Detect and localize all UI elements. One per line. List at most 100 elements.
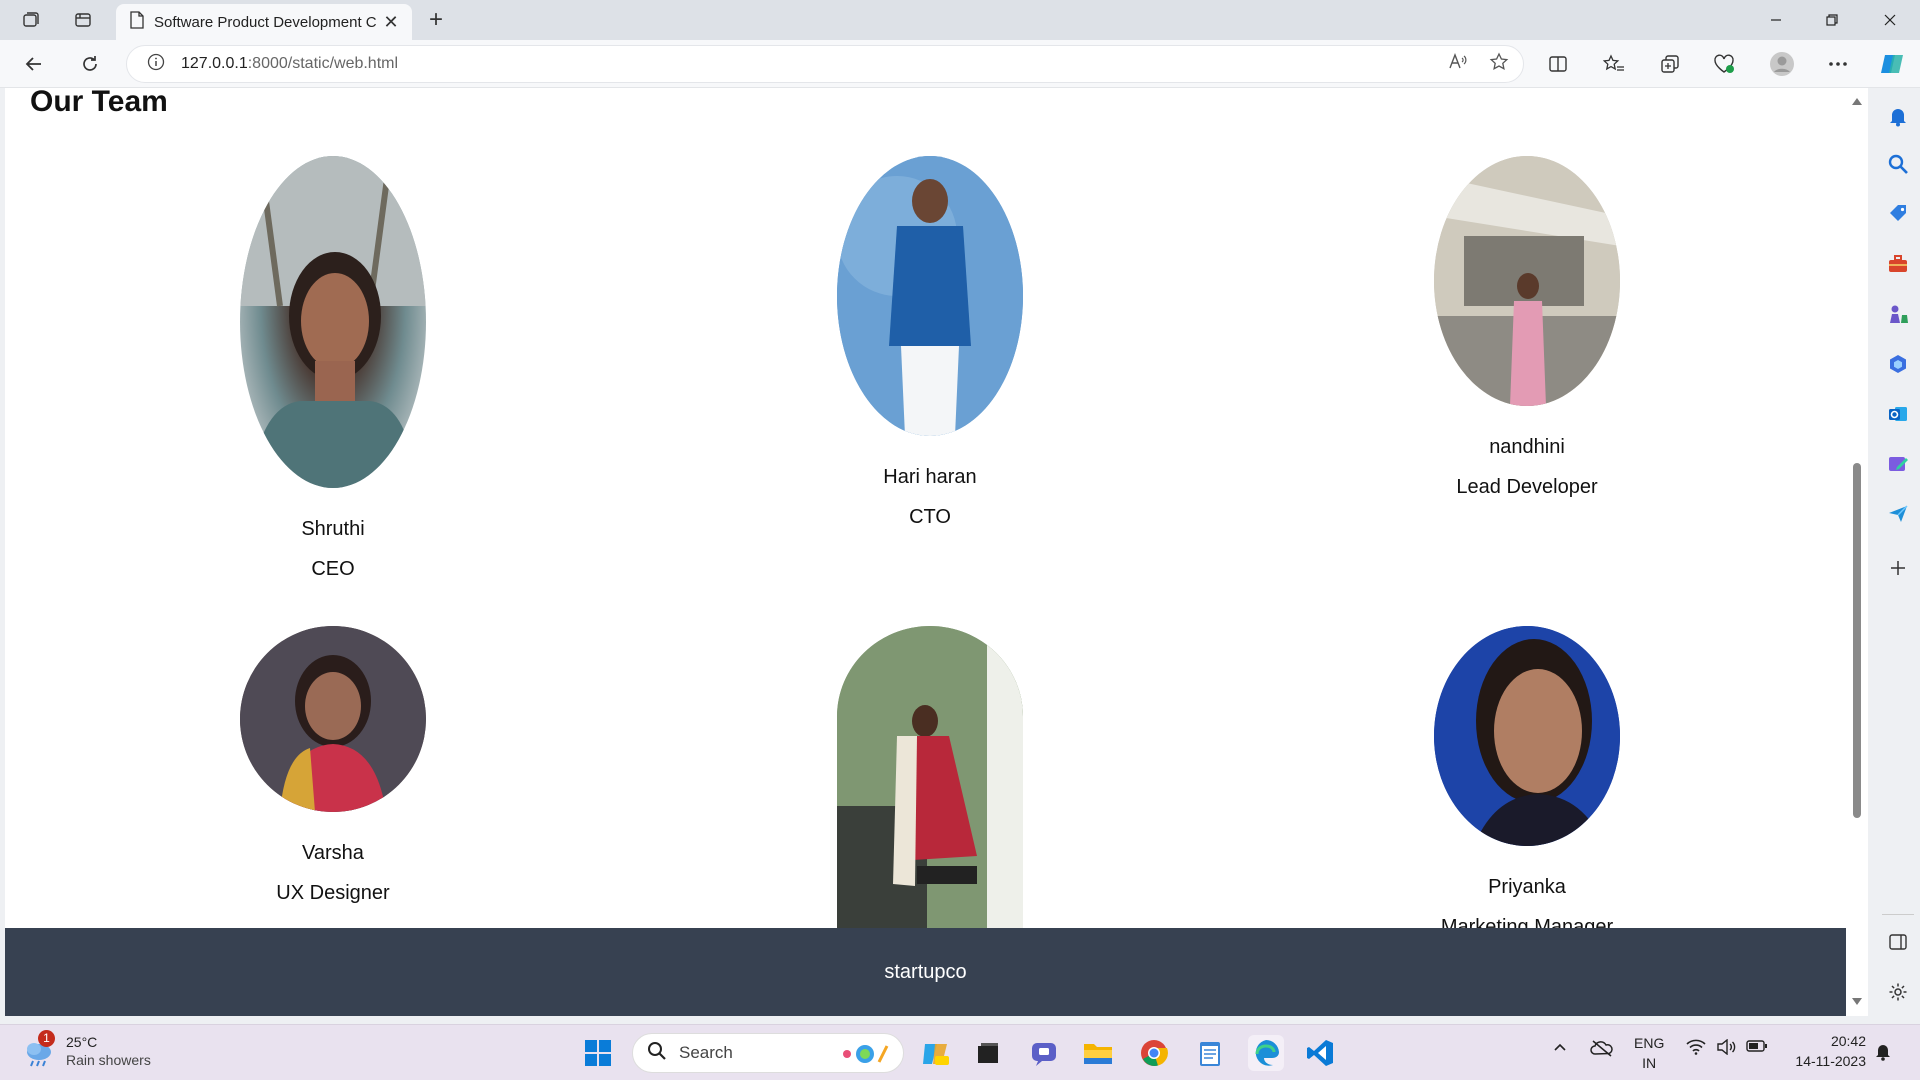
edge-sidebar xyxy=(1876,88,1920,1016)
refresh-button[interactable] xyxy=(72,48,108,80)
search-icon[interactable] xyxy=(1884,150,1912,178)
team-member-card: Hari haran CTO xyxy=(790,156,1070,529)
workspaces-icon[interactable] xyxy=(14,6,48,34)
add-icon[interactable] xyxy=(1884,554,1912,582)
member-photo xyxy=(240,156,426,488)
collections-icon[interactable] xyxy=(1652,48,1688,80)
member-name: nandhini xyxy=(1489,436,1565,458)
scroll-down-arrow-icon[interactable] xyxy=(1852,998,1862,1005)
region-code: IN xyxy=(1642,1055,1657,1071)
close-tab-button[interactable]: ✕ xyxy=(380,12,402,33)
scrollbar-thumb[interactable] xyxy=(1853,463,1861,818)
restore-button[interactable] xyxy=(1804,0,1860,40)
member-role: CTO xyxy=(909,506,951,528)
member-photo xyxy=(1434,156,1620,406)
outlook-icon[interactable] xyxy=(1884,400,1912,428)
scroll-up-arrow-icon[interactable] xyxy=(1852,98,1862,105)
notifications-bell-icon[interactable] xyxy=(1884,102,1912,130)
favorites-icon[interactable] xyxy=(1596,48,1632,80)
browser-essentials-icon[interactable] xyxy=(1706,48,1742,80)
member-name: Varsha xyxy=(302,842,364,864)
clock-date: 14-11-2023 xyxy=(1795,1053,1866,1069)
tab-title: Software Product Development C xyxy=(154,13,377,31)
notepad-icon[interactable] xyxy=(1192,1035,1228,1071)
new-tab-button[interactable]: + xyxy=(420,6,452,34)
site-footer: startupco xyxy=(5,928,1846,1016)
member-role: UX Designer xyxy=(276,882,390,904)
address-bar[interactable]: 127.0.0.1:8000/static/web.html xyxy=(126,45,1524,83)
address-path: :8000/static/web.html xyxy=(247,55,399,72)
task-view-icon[interactable] xyxy=(970,1035,1006,1071)
team-member-card: Shruthi CEO xyxy=(193,156,473,581)
wifi-icon[interactable] xyxy=(1686,1039,1706,1058)
browser-titlebar: Software Product Development C ✕ + xyxy=(0,0,1920,40)
favorite-star-icon[interactable] xyxy=(1489,52,1509,77)
search-label: Search xyxy=(679,1043,733,1062)
windows-start-icon[interactable] xyxy=(580,1035,616,1071)
copilot-icon[interactable] xyxy=(1874,48,1910,80)
page-viewport: Our Team Shruthi CEO Hari haran CTO nand… xyxy=(5,88,1846,1016)
teams-chat-icon[interactable] xyxy=(1026,1035,1062,1071)
footer-brand: startupco xyxy=(884,960,967,983)
games-chess-icon[interactable] xyxy=(1884,300,1912,328)
profile-avatar-icon[interactable] xyxy=(1764,48,1800,80)
member-photo xyxy=(240,626,426,812)
tools-briefcase-icon[interactable] xyxy=(1884,250,1912,278)
page-icon xyxy=(130,10,144,34)
page-scrollbar[interactable] xyxy=(1846,88,1868,1016)
copilot-app-icon[interactable] xyxy=(918,1035,954,1071)
minimize-button[interactable] xyxy=(1748,0,1804,40)
clock-time: 20:42 xyxy=(1830,1033,1866,1049)
file-explorer-icon[interactable] xyxy=(1080,1035,1116,1071)
volume-icon[interactable] xyxy=(1716,1038,1736,1058)
member-name: Priyanka xyxy=(1488,876,1566,898)
member-role: CEO xyxy=(311,558,355,580)
back-button[interactable] xyxy=(16,48,52,80)
windows-taskbar: 1 25°C Rain showers Search ENG IN 20:42 … xyxy=(0,1024,1920,1080)
site-info-icon[interactable] xyxy=(147,53,165,76)
tab-actions-icon[interactable] xyxy=(66,6,100,34)
weather-temp: 25°C xyxy=(66,1034,98,1050)
settings-gear-icon[interactable] xyxy=(1884,978,1912,1006)
designer-icon[interactable] xyxy=(1884,450,1912,478)
show-hidden-icons-chevron-icon[interactable] xyxy=(1552,1039,1568,1058)
more-options-icon[interactable] xyxy=(1820,48,1856,80)
onedrive-offline-icon[interactable] xyxy=(1590,1039,1614,1060)
team-member-card: Varsha UX Designer xyxy=(193,626,473,905)
notification-bell-icon[interactable] xyxy=(1874,1041,1892,1064)
address-host: 127.0.0.1 xyxy=(181,55,248,72)
battery-icon[interactable] xyxy=(1746,1039,1768,1056)
page-title: Our Team xyxy=(30,88,168,118)
weather-widget[interactable]: 1 25°C Rain showers xyxy=(22,1030,151,1069)
rain-cloud-icon: 1 xyxy=(22,1030,56,1068)
member-photo xyxy=(837,156,1023,436)
weather-badge: 1 xyxy=(38,1030,55,1047)
browser-toolbar: 127.0.0.1:8000/static/web.html xyxy=(0,40,1920,88)
close-window-button[interactable] xyxy=(1862,0,1918,40)
search-highlight-icon xyxy=(835,1042,891,1071)
address-text: 127.0.0.1:8000/static/web.html xyxy=(181,55,398,73)
team-member-card: nandhini Lead Developer xyxy=(1387,156,1667,499)
send-drop-icon[interactable] xyxy=(1884,500,1912,528)
member-name: Shruthi xyxy=(301,518,365,540)
taskbar-search[interactable]: Search xyxy=(632,1033,904,1073)
language-indicator[interactable]: ENG IN xyxy=(1634,1033,1664,1073)
split-screen-icon[interactable] xyxy=(1540,48,1576,80)
edge-browser-icon[interactable] xyxy=(1248,1035,1284,1071)
search-icon xyxy=(647,1041,667,1066)
team-member-card: Priyanka Marketing Manager xyxy=(1387,626,1667,939)
microsoft365-icon[interactable] xyxy=(1884,350,1912,378)
language-code: ENG xyxy=(1634,1035,1665,1051)
active-tab[interactable]: Software Product Development C ✕ xyxy=(116,4,412,40)
shopping-tag-icon[interactable] xyxy=(1884,200,1912,228)
weather-description: Rain showers xyxy=(66,1052,151,1068)
chrome-icon[interactable] xyxy=(1136,1035,1172,1071)
sidebar-divider xyxy=(1882,914,1914,915)
taskbar-clock[interactable]: 20:42 14-11-2023 xyxy=(1795,1031,1866,1071)
vscode-icon[interactable] xyxy=(1302,1035,1338,1071)
read-aloud-icon[interactable] xyxy=(1447,52,1467,77)
member-photo xyxy=(837,626,1023,928)
hide-sidebar-icon[interactable] xyxy=(1884,928,1912,956)
team-member-card xyxy=(790,626,1070,928)
member-name: Hari haran xyxy=(883,466,977,488)
